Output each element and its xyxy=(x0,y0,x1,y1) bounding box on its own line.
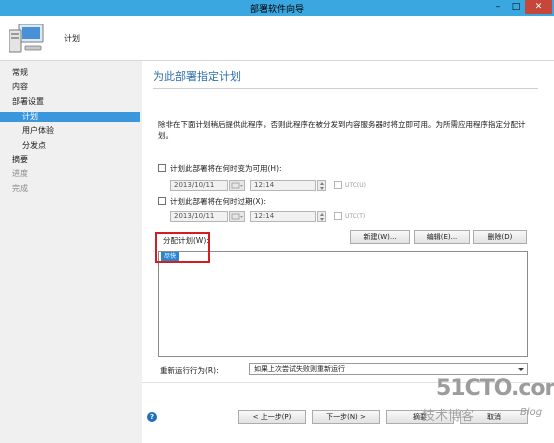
nav-item-distribution-points[interactable]: 分发点 xyxy=(22,140,46,151)
available-checkbox[interactable] xyxy=(158,164,166,172)
title-divider xyxy=(153,88,538,89)
nav-item-completion: 完成 xyxy=(12,184,28,193)
header-title: 计划 xyxy=(64,34,80,43)
expire-utc-checkbox xyxy=(334,212,342,220)
edit-schedule-button[interactable]: 编辑(E)... xyxy=(414,230,470,244)
available-time-field: 12:14 xyxy=(250,180,316,191)
available-calendar-button xyxy=(229,180,245,191)
expire-checkbox[interactable] xyxy=(158,197,166,205)
watermark: 51CTO.com 技术博客 Blog xyxy=(420,376,554,426)
available-date-field: 2013/10/11 xyxy=(170,180,228,191)
available-utc-label: UTC(U) xyxy=(345,182,366,189)
calendar-icon xyxy=(231,182,243,189)
nav-item-user-experience[interactable]: 用户体验 xyxy=(22,125,54,136)
highlight-annotation xyxy=(155,232,210,263)
watermark-site: 51CTO.com xyxy=(436,376,554,401)
chevron-down-icon xyxy=(518,368,524,371)
page-title: 为此部署指定计划 xyxy=(153,70,241,83)
help-icon[interactable]: ? xyxy=(147,412,157,422)
page-description: 除非在下面计划稍后提供此程序，否则此程序在被分发到内容服务器时将立即可用。为所需… xyxy=(158,120,526,140)
nav-item-summary[interactable]: 摘要 xyxy=(12,154,28,165)
calendar-icon xyxy=(231,213,243,220)
nav-selection-highlight xyxy=(0,112,140,122)
watermark-tagline: 技术博客 xyxy=(422,409,475,424)
delete-schedule-button[interactable]: 删除(D) xyxy=(473,230,527,244)
nav-item-general[interactable]: 常规 xyxy=(12,67,28,78)
expire-date-field: 2013/10/11 xyxy=(170,211,228,222)
wizard-header: 计划 xyxy=(0,16,554,61)
available-utc-checkbox xyxy=(334,181,342,189)
window-title: 部署软件向导 xyxy=(249,5,304,15)
nav-item-progress: 进度 xyxy=(12,169,28,178)
watermark-blog: Blog xyxy=(520,407,543,418)
available-time-spinner xyxy=(317,180,326,191)
expire-utc-label: UTC(T) xyxy=(345,213,366,220)
computer-icon xyxy=(8,23,45,56)
rerun-select-value: 如果上次尝试失败则重新运行 xyxy=(254,365,345,373)
new-schedule-button[interactable]: 新建(W)... xyxy=(350,230,410,244)
title-bar: 部署软件向导 xyxy=(0,0,554,16)
close-button[interactable]: ✕ xyxy=(525,0,552,14)
nav-item-content[interactable]: 内容 xyxy=(12,81,28,92)
previous-button[interactable]: < 上一步(P) xyxy=(238,410,306,424)
nav-item-deployment-settings[interactable]: 部署设置 xyxy=(12,96,44,107)
expire-time-field: 12:14 xyxy=(250,211,316,222)
schedule-list[interactable] xyxy=(158,251,528,357)
expire-time-spinner xyxy=(317,211,326,222)
next-button[interactable]: 下一步(N) > xyxy=(312,410,380,424)
expire-checkbox-label: 计划此部署将在何时过期(X): xyxy=(170,197,267,206)
nav-item-schedule[interactable]: 计划 xyxy=(22,111,38,122)
rerun-label: 重新运行行为(R): xyxy=(160,366,219,375)
minimize-button[interactable]: – xyxy=(489,0,507,14)
rerun-select[interactable]: 如果上次尝试失败则重新运行 xyxy=(249,363,528,375)
available-checkbox-label: 计划此部署将在何时变为可用(H): xyxy=(170,164,282,173)
maximize-button[interactable]: □ xyxy=(507,0,525,14)
expire-calendar-button xyxy=(229,211,245,222)
